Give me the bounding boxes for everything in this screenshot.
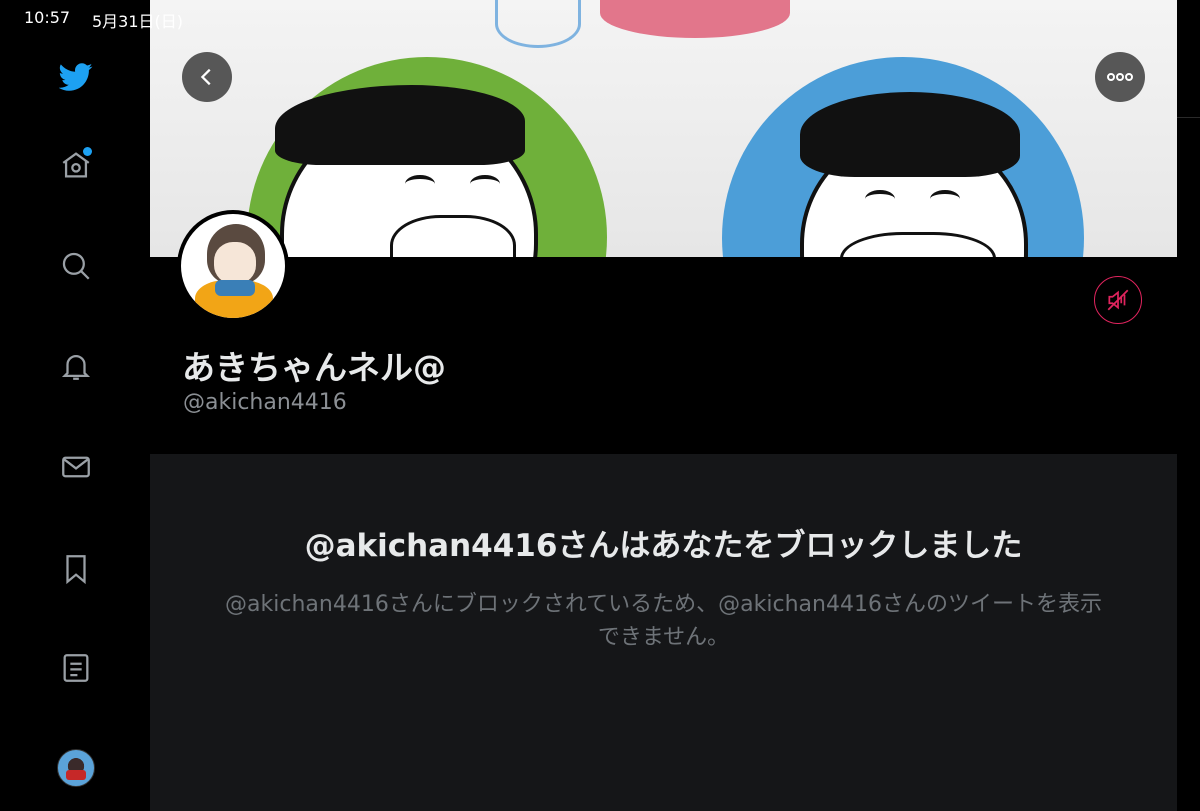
profile-display-name: あきちゃんネル@ xyxy=(182,348,446,387)
account-avatar[interactable] xyxy=(57,749,95,787)
search-icon[interactable] xyxy=(54,244,98,288)
sidebar xyxy=(0,0,150,811)
banner-hair-right xyxy=(800,92,1020,177)
profile-column: あきちゃんネル@ @akichan4416 @akichan4416さんはあなた… xyxy=(150,0,1177,811)
banner-mask-left xyxy=(390,215,516,257)
right-edge xyxy=(1177,0,1200,811)
banner-illustration-fish xyxy=(600,0,790,38)
bookmark-icon[interactable] xyxy=(54,547,98,591)
list-icon[interactable] xyxy=(54,646,98,690)
home-icon[interactable] xyxy=(54,143,98,187)
status-time: 10:57 xyxy=(24,8,71,27)
profile-header: あきちゃんネル@ @akichan4416 xyxy=(150,210,1177,454)
banner-eye xyxy=(930,190,960,208)
twitter-bird-icon[interactable] xyxy=(54,55,98,99)
more-options-button[interactable] xyxy=(1095,52,1145,102)
blocked-title: @akichan4416さんはあなたをブロックしました xyxy=(304,528,1023,564)
profile-handle: @akichan4416 xyxy=(183,390,347,415)
profile-avatar[interactable] xyxy=(177,210,289,322)
banner-eye xyxy=(470,175,500,193)
blocked-notice: @akichan4416さんはあなたをブロックしました @akichan4416… xyxy=(150,454,1177,811)
unmute-button[interactable] xyxy=(1094,276,1142,324)
chevron-left-icon xyxy=(200,68,211,86)
status-date: 5月31日(日) xyxy=(92,12,184,31)
back-button[interactable] xyxy=(182,52,232,102)
ellipsis-icon xyxy=(1107,73,1133,81)
blocked-description: @akichan4416さんにブロックされているため、@akichan4416さ… xyxy=(225,592,1102,650)
bell-icon[interactable] xyxy=(54,344,98,388)
envelope-icon[interactable] xyxy=(54,445,98,489)
status-bar: 10:57 5月31日(日) xyxy=(0,0,300,34)
banner-eye xyxy=(865,190,895,208)
banner-illustration-splash xyxy=(495,0,581,48)
profile-banner xyxy=(150,0,1177,257)
muted-speaker-icon xyxy=(1107,289,1129,311)
banner-eye xyxy=(405,175,435,193)
notification-dot xyxy=(83,147,92,156)
divider xyxy=(1177,117,1200,118)
